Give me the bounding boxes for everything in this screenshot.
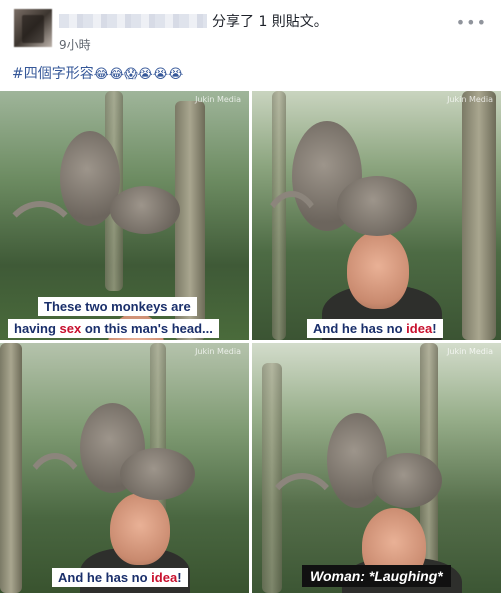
caption-text: ! <box>432 321 437 336</box>
caption-highlight: sex <box>59 321 82 336</box>
tree-trunk <box>0 343 22 593</box>
post-header: 分享了 1 則貼文。 9小時 ••• <box>0 0 501 56</box>
caption-text: ! <box>177 570 182 585</box>
author-name-redacted[interactable] <box>59 14 207 28</box>
caption-highlight: idea <box>151 570 178 585</box>
caption-highlight: idea <box>406 321 433 336</box>
hashtag-link[interactable]: #四個字形容 <box>12 66 94 82</box>
man-head <box>110 493 170 565</box>
photo-panel-4[interactable]: Jukin Media Woman: *Laughing* <box>252 343 501 593</box>
man-head <box>347 231 409 309</box>
monkey-tail <box>20 453 90 563</box>
monkey-figure <box>120 448 195 500</box>
shared-post-text: 分享了 1 則貼文。 <box>212 14 328 30</box>
monkey-figure <box>110 186 180 234</box>
caption: And he has no idea! <box>52 568 188 587</box>
caption-text: having <box>14 321 60 336</box>
monkey-figure <box>337 176 417 236</box>
photo-grid: Jukin Media These two monkeys are having… <box>0 91 501 593</box>
avatar[interactable] <box>14 9 52 47</box>
monkey-figure <box>372 453 442 508</box>
post-body: #四個字形容😂😂😱😭😭😭 <box>12 63 183 83</box>
photo-panel-2[interactable]: Jukin Media And he has no idea! <box>252 91 501 340</box>
post-timestamp[interactable]: 9小時 <box>59 36 91 53</box>
monkey-tail <box>262 473 342 573</box>
caption-text: And he has no <box>313 321 407 336</box>
watermark: Jukin Media <box>195 347 241 356</box>
caption-line-2: having sex on this man's head... <box>8 319 219 338</box>
tree-trunk <box>462 91 496 340</box>
monkey-tail <box>0 201 80 291</box>
caption: And he has no idea! <box>307 319 443 338</box>
photo-panel-3[interactable]: Jukin Media And he has no idea! <box>0 343 249 593</box>
caption: Woman: *Laughing* <box>302 565 451 587</box>
caption-line-1: These two monkeys are <box>38 297 197 316</box>
caption-text: And he has no <box>58 570 152 585</box>
more-horizontal-icon[interactable]: ••• <box>456 13 487 32</box>
photo-panel-1[interactable]: Jukin Media These two monkeys are having… <box>0 91 249 340</box>
monkey-tail <box>257 191 327 311</box>
caption-text: on this man's head... <box>81 321 213 336</box>
watermark: Jukin Media <box>447 95 493 104</box>
emoji-string: 😂😂😱😭😭😭 <box>93 67 184 82</box>
watermark: Jukin Media <box>447 347 493 356</box>
watermark: Jukin Media <box>195 95 241 104</box>
